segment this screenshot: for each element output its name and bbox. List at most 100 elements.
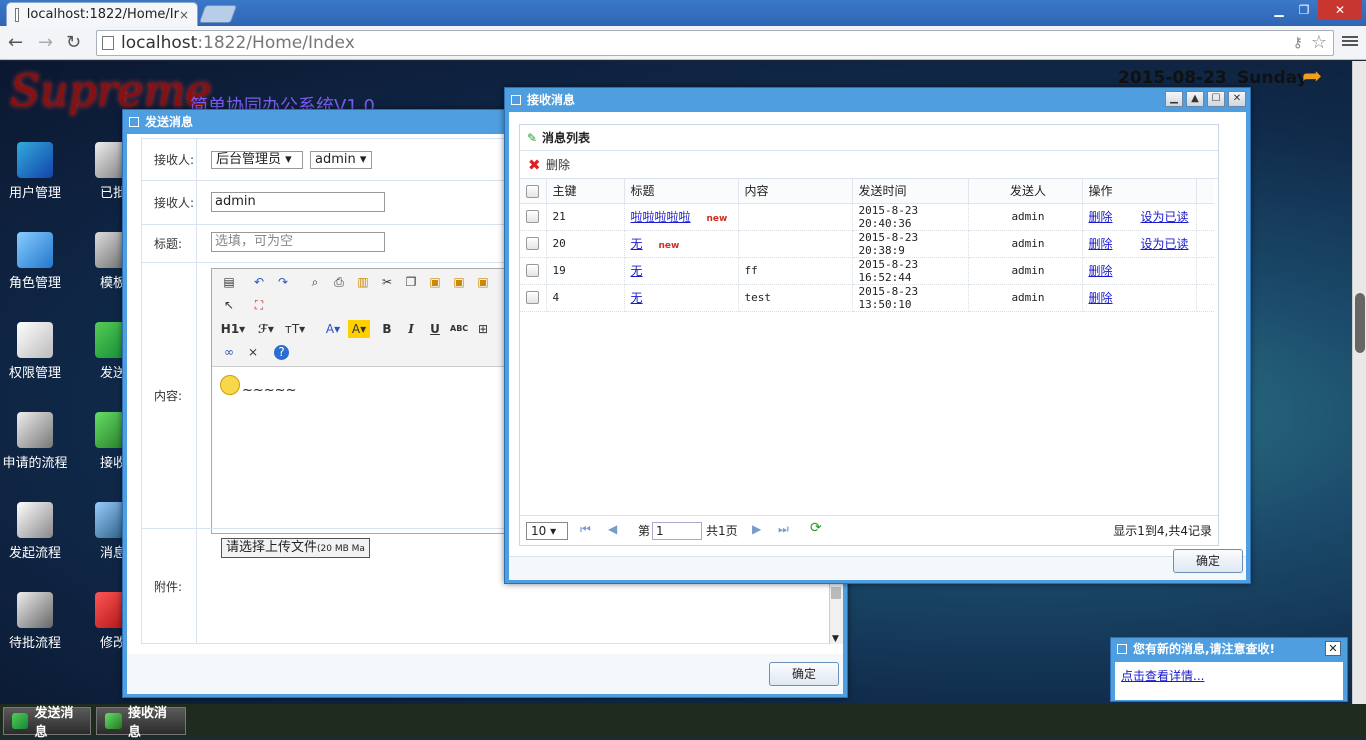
delete-link[interactable]: 删除 xyxy=(1089,237,1113,251)
copy-icon[interactable]: ❐ xyxy=(402,273,420,291)
user-select[interactable]: admin ▾ xyxy=(310,151,372,169)
first-page-icon[interactable]: ⏮ xyxy=(580,522,591,537)
table-row[interactable]: 21 啦啦啦啦啦 new 2015-8-23 20:40:36 admin 删除 设为已读 xyxy=(520,203,1214,231)
cell-sender: admin xyxy=(968,203,1083,231)
table-row[interactable]: 4 无 test 2015-8-23 13:50:10 admin 删除 xyxy=(520,284,1214,312)
fullscreen-icon[interactable]: ⛶ xyxy=(250,296,268,314)
next-page-icon[interactable]: ▶ xyxy=(752,522,761,536)
receiver-field[interactable]: admin xyxy=(211,192,385,212)
unlink-icon[interactable]: ⨯ xyxy=(244,343,262,361)
paste-icon[interactable]: ▤ xyxy=(220,273,238,291)
menu-icon[interactable] xyxy=(1342,34,1358,50)
scroll-down-icon[interactable]: ▼ xyxy=(832,634,839,644)
window-close-icon[interactable]: ✕ xyxy=(1318,0,1362,20)
bookmark-star-icon[interactable]: ☆ xyxy=(1311,31,1327,55)
subject-input[interactable]: 选填，可为空 xyxy=(211,232,385,252)
page-size-select[interactable]: 10 ▾ xyxy=(526,522,568,540)
subject-link[interactable]: 啦啦啦啦啦 xyxy=(631,210,691,224)
paste-plain-icon[interactable]: ▣ xyxy=(474,273,492,291)
row-checkbox[interactable] xyxy=(520,284,547,312)
col-id[interactable]: 主键 xyxy=(546,179,625,204)
subject-link[interactable]: 无 xyxy=(631,237,643,251)
select-all-checkbox[interactable] xyxy=(520,179,547,204)
font-family-icon[interactable]: ℱ▾ xyxy=(254,320,278,338)
dept-select[interactable]: 后台管理员 ▾ xyxy=(211,151,303,169)
table-row[interactable]: 19 无 ff 2015-8-23 16:52:44 admin 删除 xyxy=(520,257,1214,285)
upload-file-button[interactable]: 请选择上传文件(20 MB Ma xyxy=(221,538,370,558)
reload-icon[interactable]: ↻ xyxy=(66,32,81,53)
paste-text-icon[interactable]: ▣ xyxy=(426,273,444,291)
mark-read-link[interactable]: 设为已读 xyxy=(1141,210,1189,224)
minimize-icon[interactable]: ▁ xyxy=(1266,0,1292,20)
highlight-icon[interactable]: A▾ xyxy=(348,320,370,338)
url-input[interactable]: localhost:1822/Home/Index ⚷ ☆ xyxy=(96,30,1334,56)
preview-icon[interactable]: ⌕ xyxy=(306,273,324,291)
font-color-icon[interactable]: A▾ xyxy=(322,320,344,338)
rich-text-editor[interactable]: ▤ ↶ ↷ ⌕ ⎙ ▥ ✂ ❐ ▣ ▣ ▣ ↖ ⛶ H1▾ ℱ▾ тT▾ A▾ … xyxy=(211,268,531,534)
font-size-icon[interactable]: тT▾ xyxy=(282,320,308,338)
cut-icon[interactable]: ✂ xyxy=(378,273,396,291)
paste-word-icon[interactable]: ▣ xyxy=(450,273,468,291)
prev-page-icon[interactable]: ◀ xyxy=(608,522,617,536)
link-icon[interactable]: ∞ xyxy=(220,343,238,361)
last-page-icon[interactable]: ⏭ xyxy=(778,522,789,537)
refresh-icon[interactable]: ⟳ xyxy=(810,520,822,536)
table-row[interactable]: 20 无 new 2015-8-23 20:38:9 admin 删除 设为已读 xyxy=(520,230,1214,258)
italic-icon[interactable]: I xyxy=(402,320,420,338)
col-ops[interactable]: 操作 xyxy=(1082,179,1197,204)
collapse-icon[interactable]: ▲ xyxy=(1186,91,1204,107)
subject-link[interactable]: 无 xyxy=(631,291,643,305)
maximize-icon[interactable]: ☐ xyxy=(1207,91,1225,107)
select-all-icon[interactable]: ↖ xyxy=(220,296,238,314)
receive-ok-button[interactable]: 确定 xyxy=(1173,549,1243,573)
strikethrough-icon[interactable]: ABC xyxy=(450,320,468,338)
help-icon[interactable]: ? xyxy=(274,345,289,360)
delete-label: 删除 xyxy=(546,158,571,172)
tab-close-icon[interactable]: × xyxy=(179,8,189,22)
view-details-link[interactable]: 点击查看详情... xyxy=(1121,669,1204,683)
arrow-icon[interactable]: ➦ xyxy=(1302,62,1322,90)
delete-tool-button[interactable]: ✖ 删除 xyxy=(520,151,1218,179)
close-icon[interactable]: ✕ xyxy=(1228,91,1246,107)
table-icon[interactable]: ⊞ xyxy=(474,320,492,338)
delete-link[interactable]: 删除 xyxy=(1089,210,1113,224)
new-tab-button[interactable] xyxy=(198,5,238,23)
print-icon[interactable]: ⎙ xyxy=(330,273,348,291)
content-scrollbar[interactable]: ▼ xyxy=(829,584,843,644)
delete-link[interactable]: 删除 xyxy=(1089,291,1113,305)
undo-icon[interactable]: ↶ xyxy=(250,273,268,291)
send-ok-button[interactable]: 确定 xyxy=(769,662,839,686)
delete-link[interactable]: 删除 xyxy=(1089,264,1113,278)
minimize-icon[interactable]: ▁ xyxy=(1165,91,1183,107)
key-icon[interactable]: ⚷ xyxy=(1293,31,1303,55)
page-number-input[interactable]: 1 xyxy=(652,522,702,540)
scroll-thumb[interactable] xyxy=(831,587,841,599)
col-subject[interactable]: 标题 xyxy=(624,179,739,204)
heading-icon[interactable]: H1▾ xyxy=(220,320,246,338)
back-icon[interactable]: ← xyxy=(8,32,23,53)
window-title[interactable]: 接收消息 ▁ ▲ ☐ ✕ xyxy=(505,88,1250,112)
row-checkbox[interactable] xyxy=(520,203,547,231)
subject-link[interactable]: 无 xyxy=(631,264,643,278)
browser-tab[interactable]: localhost:1822/Home/Ir × xyxy=(6,2,198,26)
page-scrollbar[interactable] xyxy=(1352,61,1366,704)
underline-icon[interactable]: U xyxy=(426,320,444,338)
taskbar-label: 发送消息 xyxy=(34,706,74,740)
forward-icon[interactable]: → xyxy=(38,32,53,53)
cell-sender: admin xyxy=(968,257,1083,285)
col-content[interactable]: 内容 xyxy=(738,179,853,204)
close-icon[interactable]: ✕ xyxy=(1325,641,1341,656)
row-checkbox[interactable] xyxy=(520,230,547,258)
taskbar-send-message[interactable]: 发送消息 xyxy=(3,706,91,740)
title-text: 接收消息 xyxy=(527,93,576,107)
row-checkbox[interactable] xyxy=(520,257,547,285)
scroll-thumb[interactable] xyxy=(1355,293,1365,353)
col-time[interactable]: 发送时间 xyxy=(852,179,969,204)
mark-read-link[interactable]: 设为已读 xyxy=(1141,237,1189,251)
col-sender[interactable]: 发送人 xyxy=(968,179,1083,204)
bold-icon[interactable]: B xyxy=(378,320,396,338)
taskbar-receive-message[interactable]: 接收消息 xyxy=(96,706,186,740)
template-icon[interactable]: ▥ xyxy=(354,273,372,291)
redo-icon[interactable]: ↷ xyxy=(274,273,292,291)
restore-icon[interactable]: ❐ xyxy=(1292,0,1316,20)
